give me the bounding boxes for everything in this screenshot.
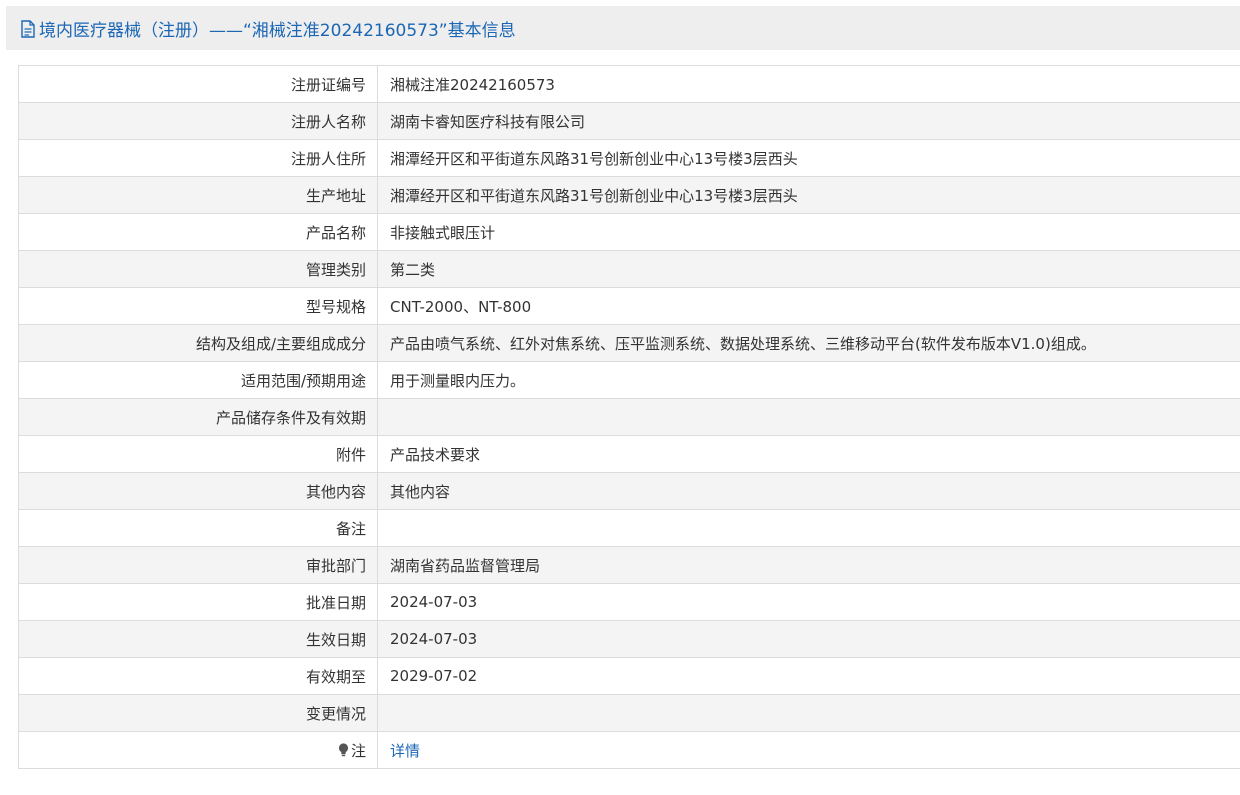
table-row: 型号规格 CNT-2000、NT-800 [18,287,1240,325]
field-label: 批准日期 [18,583,378,621]
table-row: 产品名称 非接触式眼压计 [18,213,1240,251]
table-row: 注册人住所 湘潭经开区和平街道东风路31号创新创业中心13号楼3层西头 [18,139,1240,177]
field-value [377,398,1240,436]
note-label-cell: 注 [18,731,378,769]
field-label: 管理类别 [18,250,378,288]
field-label: 变更情况 [18,694,378,732]
page-title-bar: 境内医疗器械（注册）——“湘械注准20242160573”基本信息 [6,6,1240,50]
field-value: 湖南省药品监督管理局 [377,546,1240,584]
table-row: 审批部门 湖南省药品监督管理局 [18,546,1240,584]
details-link[interactable]: 详情 [390,742,420,760]
table-row: 有效期至 2029-07-02 [18,657,1240,695]
field-value: 非接触式眼压计 [377,213,1240,251]
field-label: 注册人名称 [18,102,378,140]
field-label: 结构及组成/主要组成成分 [18,324,378,362]
field-label: 附件 [18,435,378,473]
page-title: 境内医疗器械（注册）——“湘械注准20242160573”基本信息 [39,20,516,41]
info-table-body: 注册证编号 湘械注准20242160573 注册人名称 湖南卡睿知医疗科技有限公司 注册… [18,65,1240,769]
field-value: 湘潭经开区和平街道东风路31号创新创业中心13号楼3层西头 [377,139,1240,177]
field-value: 湖南卡睿知医疗科技有限公司 [377,102,1240,140]
table-row: 生产地址 湘潭经开区和平街道东风路31号创新创业中心13号楼3层西头 [18,176,1240,214]
field-value [377,694,1240,732]
table-row: 批准日期 2024-07-03 [18,583,1240,621]
field-label: 产品名称 [18,213,378,251]
table-row: 变更情况 [18,694,1240,732]
field-label: 有效期至 [18,657,378,695]
table-row: 其他内容 其他内容 [18,472,1240,510]
field-label: 注册证编号 [18,65,378,103]
field-label: 型号规格 [18,287,378,325]
field-value: 湘械注准20242160573 [377,65,1240,103]
field-label: 其他内容 [18,472,378,510]
note-value-cell: 详情 [377,731,1240,769]
field-label: 生效日期 [18,620,378,658]
field-value: 产品由喷气系统、红外对焦系统、压平监测系统、数据处理系统、三维移动平台(软件发布… [377,324,1240,362]
field-label: 适用范围/预期用途 [18,361,378,399]
field-value: CNT-2000、NT-800 [377,287,1240,325]
field-label: 备注 [18,509,378,547]
field-value [377,509,1240,547]
table-row: 附件 产品技术要求 [18,435,1240,473]
field-label: 生产地址 [18,176,378,214]
lightbulb-icon [338,742,349,756]
document-icon [21,20,35,38]
table-row: 管理类别 第二类 [18,250,1240,288]
field-value: 产品技术要求 [377,435,1240,473]
table-row: 产品储存条件及有效期 [18,398,1240,436]
field-label: 审批部门 [18,546,378,584]
table-row: 备注 [18,509,1240,547]
field-value: 2024-07-03 [377,620,1240,658]
field-value: 第二类 [377,250,1240,288]
info-table: 注册证编号 湘械注准20242160573 注册人名称 湖南卡睿知医疗科技有限公司 注册… [18,65,1240,769]
field-value: 2029-07-02 [377,657,1240,695]
note-row: 注 详情 [18,731,1240,769]
field-value: 用于测量眼内压力。 [377,361,1240,399]
table-row: 生效日期 2024-07-03 [18,620,1240,658]
table-row: 适用范围/预期用途 用于测量眼内压力。 [18,361,1240,399]
field-label: 注册人住所 [18,139,378,177]
table-row: 注册证编号 湘械注准20242160573 [18,65,1240,103]
field-label: 产品储存条件及有效期 [18,398,378,436]
table-row: 注册人名称 湖南卡睿知医疗科技有限公司 [18,102,1240,140]
field-value: 湘潭经开区和平街道东风路31号创新创业中心13号楼3层西头 [377,176,1240,214]
field-value: 其他内容 [377,472,1240,510]
note-label: 注 [350,741,366,760]
table-row: 结构及组成/主要组成成分 产品由喷气系统、红外对焦系统、压平监测系统、数据处理系统… [18,324,1240,362]
page: 境内医疗器械（注册）——“湘械注准20242160573”基本信息 注册证编号湘… [0,0,1240,795]
field-value: 2024-07-03 [377,583,1240,621]
